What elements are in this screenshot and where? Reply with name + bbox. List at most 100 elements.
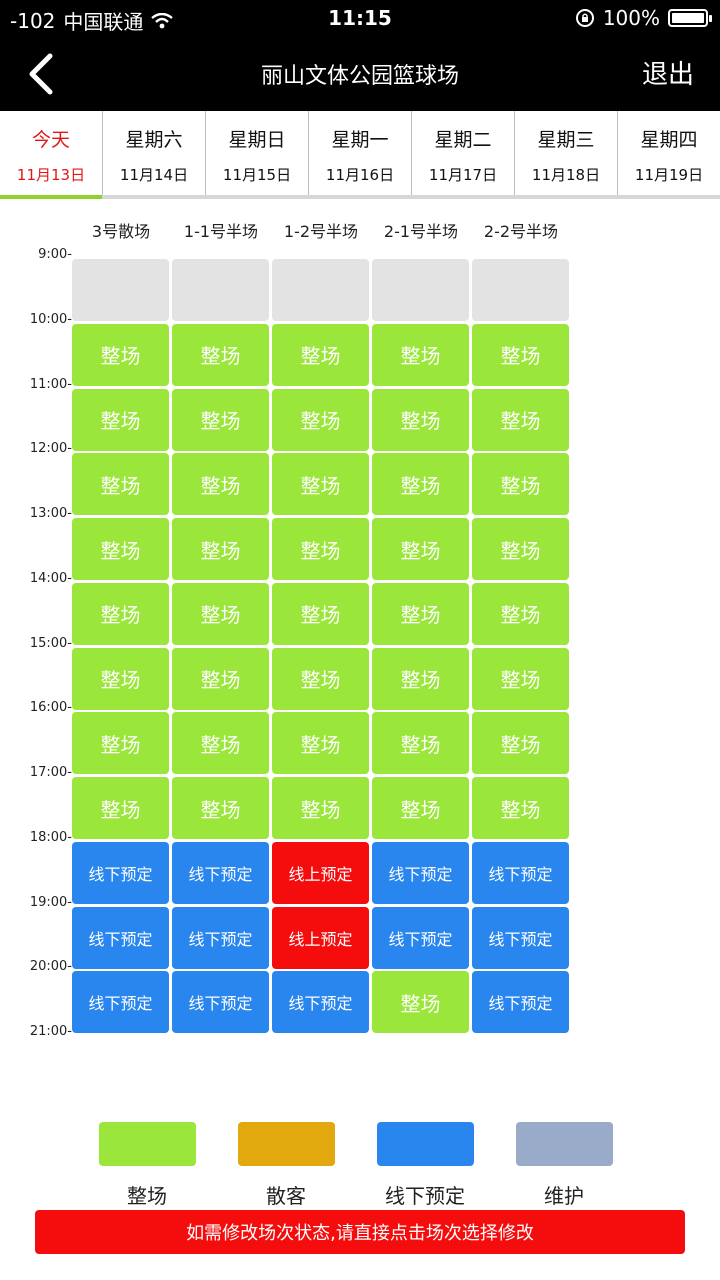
slot-cell[interactable]: 整场 [372,712,469,775]
time-label: 12:00- [29,441,72,457]
slot-cell[interactable]: 整场 [472,518,569,580]
tab-date[interactable]: 星期三 11月18日 [515,111,618,195]
tab-date[interactable]: 星期一 11月16日 [309,111,412,195]
court-headers: 3号散场 1-1号半场 1-2号半场 2-1号半场 2-2号半场 [72,218,572,244]
slot-cell[interactable]: 整场 [172,453,269,516]
slot-cell[interactable]: 整场 [72,777,169,839]
tab-date-label: 11月15日 [222,166,292,184]
slot-cell[interactable]: 整场 [472,777,569,839]
slot-cell[interactable]: 线下预定 [72,841,169,904]
court-header: 1-1号半场 [183,222,259,241]
slot-cell[interactable]: 整场 [372,971,469,1034]
nav-bar: 丽山文体公园篮球场 退出 [0,38,720,111]
tab-date-label: 11月13日 [16,166,86,184]
slot-cell[interactable]: 线下预定 [472,971,569,1034]
slot-cell[interactable]: 整场 [372,388,469,451]
slot-cell[interactable]: 整场 [272,777,369,839]
slot-cell[interactable]: 整场 [72,712,169,775]
tab-date[interactable]: 今天 11月13日 [0,111,103,199]
page-title: 丽山文体公园篮球场 [260,64,459,89]
slot-cell[interactable] [372,259,469,321]
legend-item: 整场 [77,1122,217,1209]
time-label: 15:00- [29,635,72,651]
slot-cell[interactable]: 整场 [272,388,369,451]
slot-cell[interactable]: 整场 [72,647,169,710]
slot-cell[interactable] [72,259,169,321]
slot-cell[interactable]: 整场 [272,453,369,516]
tab-date-label: 11月18日 [531,166,601,184]
time-label: 19:00- [29,894,72,910]
slot-cell[interactable]: 整场 [472,323,569,386]
slot-cell[interactable]: 线上预定 [272,841,369,904]
slot-cell[interactable]: 整场 [72,388,169,451]
slot-cell[interactable]: 线下预定 [272,971,369,1034]
slot-cell[interactable]: 线下预定 [172,971,269,1034]
slot-cell[interactable]: 线下预定 [372,906,469,969]
slot-cell[interactable]: 整场 [472,582,569,645]
notice-banner: 如需修改场次状态,请直接点击场次选择修改 [35,1210,685,1254]
slot-cell[interactable]: 整场 [472,712,569,775]
legend-item: 线下预定 [355,1122,495,1209]
slot-cell[interactable]: 整场 [172,647,269,710]
tab-date[interactable]: 星期六 11月14日 [103,111,206,195]
slot-cell[interactable]: 整场 [472,647,569,710]
tab-day-label: 星期日 [228,129,286,151]
legend-label: 维护 [544,1184,584,1208]
court-header: 2-1号半场 [383,222,459,241]
slot-cell[interactable]: 整场 [272,323,369,386]
tab-day-label: 星期二 [434,129,492,151]
logout-button[interactable]: 退出 [642,54,694,91]
slot-cell[interactable]: 整场 [472,453,569,516]
tab-date[interactable]: 星期日 11月15日 [206,111,309,195]
slot-cell[interactable]: 整场 [472,388,569,451]
time-label: 16:00- [29,700,72,716]
status-bar: -102 中国联通 11:15 100% [0,0,720,38]
slot-cell[interactable]: 整场 [372,777,469,839]
slot-cell[interactable] [172,259,269,321]
slot-cell[interactable]: 整场 [272,582,369,645]
date-tabs: 今天 11月13日 星期六 11月14日 星期日 11月15日 星期一 11月16日 星期二 11… [0,111,720,199]
tab-date[interactable]: 星期二 11月17日 [412,111,515,195]
legend-label: 整场 [127,1184,167,1208]
time-label: 10:00- [29,311,72,327]
slot-cell[interactable]: 整场 [372,453,469,516]
slot-cell[interactable]: 整场 [372,647,469,710]
slot-cell[interactable]: 整场 [272,518,369,580]
slot-cell[interactable]: 整场 [172,712,269,775]
court-header: 2-2号半场 [483,222,559,241]
slot-cell[interactable] [472,259,569,321]
slot-cell[interactable] [272,259,369,321]
slot-cell[interactable]: 整场 [172,777,269,839]
court-header: 1-2号半场 [283,222,359,241]
slot-cell[interactable]: 整场 [172,323,269,386]
legend-swatch [376,1122,474,1166]
slot-cell[interactable]: 整场 [372,582,469,645]
slot-cell[interactable]: 线下预定 [472,906,569,969]
slot-cell[interactable]: 线下预定 [372,841,469,904]
slot-cell[interactable]: 整场 [172,388,269,451]
slot-cell[interactable]: 整场 [272,712,369,775]
time-label: 11:00- [29,376,72,392]
slot-cell[interactable]: 线下预定 [172,906,269,969]
tab-date-label: 11月17日 [428,166,498,184]
slot-cell[interactable]: 整场 [172,518,269,580]
time-label: 21:00- [29,1024,72,1039]
rotation-lock-icon [575,9,594,27]
legend: 整场 散客 线下预定 维护 [0,1122,720,1212]
slot-cell[interactable]: 整场 [172,582,269,645]
slot-cell[interactable]: 线下预定 [72,971,169,1034]
slot-cell[interactable]: 线上预定 [272,906,369,969]
slot-cell[interactable]: 线下预定 [72,906,169,969]
slot-cell[interactable]: 线下预定 [472,841,569,904]
slot-cell[interactable]: 整场 [72,582,169,645]
time-label: 13:00- [29,506,72,521]
slot-cell[interactable]: 整场 [72,453,169,516]
time-label: 17:00- [29,765,72,780]
slot-cell[interactable]: 整场 [372,518,469,580]
tab-date[interactable]: 星期四 11月19日 [618,111,720,195]
slot-cell[interactable]: 整场 [72,323,169,386]
slot-cell[interactable]: 线下预定 [172,841,269,904]
slot-cell[interactable]: 整场 [72,518,169,580]
slot-cell[interactable]: 整场 [372,323,469,386]
slot-cell[interactable]: 整场 [272,647,369,710]
